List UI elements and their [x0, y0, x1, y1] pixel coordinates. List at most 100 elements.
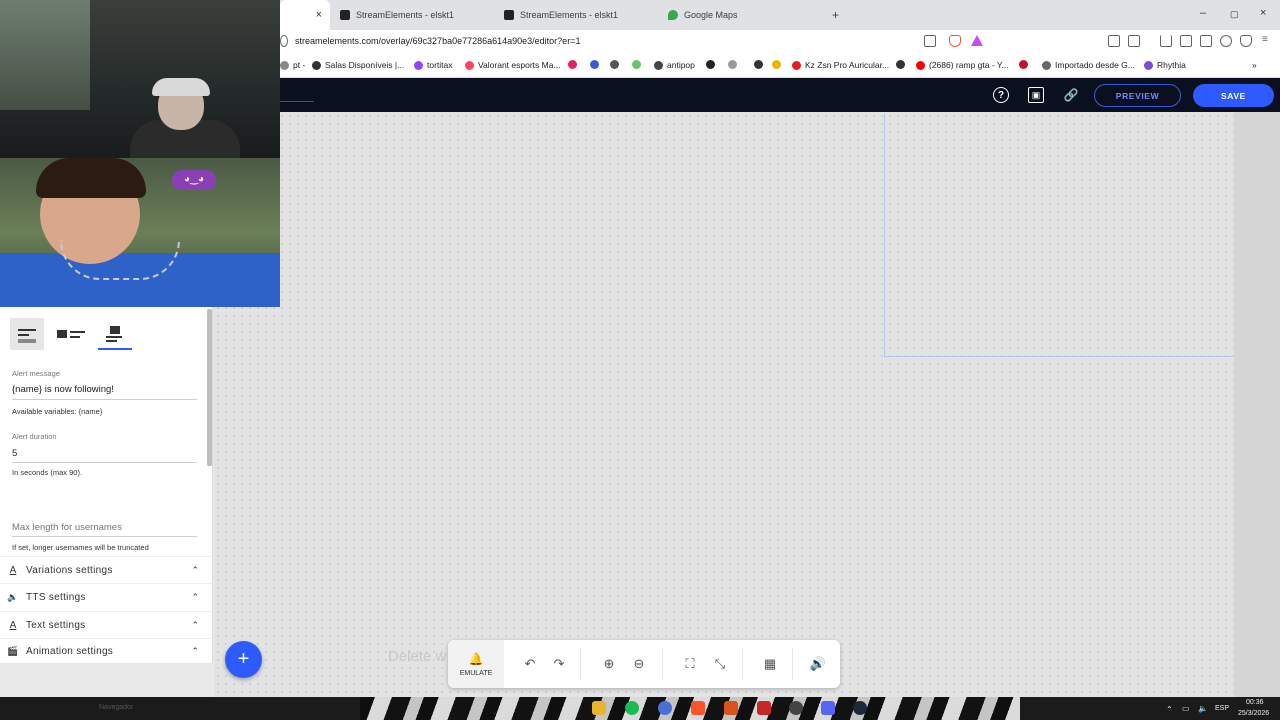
emulate-label: EMULATE	[459, 669, 493, 677]
image-top-layout-button[interactable]	[98, 318, 132, 350]
tts-settings-section[interactable]: 🔈 TTS settings ⌃	[0, 583, 213, 610]
bookmark-item[interactable]: Importado desde G...	[1042, 60, 1135, 70]
bookmark-favicon-icon	[280, 60, 289, 70]
maximize-icon[interactable]: ▢	[1230, 9, 1239, 20]
bookmark-item[interactable]: Valorant esports Ma...	[465, 60, 561, 70]
browser-tab-streamelements-1[interactable]: StreamElements - elskt1	[330, 0, 494, 30]
alert-duration-input[interactable]: 5	[12, 448, 17, 459]
clock-date[interactable]: 25/3/2026	[1238, 710, 1269, 717]
sound-icon[interactable]: 🔊	[810, 656, 826, 672]
bookmark-item[interactable]	[610, 60, 623, 69]
bookmark-item[interactable]: Rhythia	[1144, 60, 1186, 70]
bookmark-favicon-icon	[632, 60, 641, 69]
browser-tab-streamelements-2[interactable]: StreamElements - elskt1	[494, 0, 658, 30]
brave-rewards-icon[interactable]	[971, 35, 983, 46]
wallet-icon[interactable]	[1200, 35, 1212, 47]
brave-icon[interactable]	[691, 701, 705, 715]
chevron-up-icon: ⌃	[191, 619, 199, 630]
bookmark-item[interactable]: Salas Disponíveis |...	[312, 60, 404, 70]
panel-scrollbar[interactable]	[207, 309, 212, 466]
bookmark-item[interactable]	[1019, 60, 1032, 69]
download-icon[interactable]	[1160, 35, 1172, 47]
widget-frame[interactable]	[884, 113, 1234, 357]
obs-studio-icon[interactable]	[789, 701, 803, 715]
app-icon[interactable]	[658, 701, 672, 715]
close-tab-icon[interactable]: ×	[316, 9, 322, 21]
obs-icon[interactable]	[724, 701, 738, 715]
share-icon[interactable]	[924, 35, 936, 47]
emulate-button[interactable]: 🔔 EMULATE	[448, 640, 504, 688]
bell-icon: 🔔	[468, 651, 484, 666]
screen-icon[interactable]: ▣	[1028, 87, 1044, 103]
grid-icon[interactable]: ▦	[762, 656, 778, 672]
bookmark-item[interactable]	[590, 60, 603, 69]
spotify-icon[interactable]	[625, 701, 639, 715]
tray-chevron-icon[interactable]: ⌃	[1166, 705, 1173, 714]
site-info-icon[interactable]	[280, 35, 288, 47]
bookmark-item[interactable]: antipop	[654, 60, 695, 70]
text-settings-section[interactable]: A Text settings ⌃	[0, 611, 213, 638]
bookmark-item[interactable]	[896, 60, 909, 69]
max-length-input[interactable]: Max length for usernames	[12, 522, 122, 533]
bookmark-item[interactable]	[754, 60, 767, 69]
zoom-out-icon[interactable]: ⊖	[631, 656, 647, 672]
minimize-icon[interactable]: –	[1200, 7, 1206, 19]
save-button[interactable]: SAVE	[1193, 84, 1274, 107]
bookmark-item[interactable]: Kz Zsn Pro Auricular...	[792, 60, 889, 70]
new-tab-button[interactable]: +	[822, 0, 852, 30]
antivirus-icon[interactable]	[757, 701, 771, 715]
redo-icon[interactable]: ↷	[551, 656, 567, 672]
bookmark-favicon-icon	[465, 60, 474, 70]
discord-icon[interactable]	[821, 701, 835, 715]
vpn-icon[interactable]	[1240, 35, 1252, 47]
menu-icon[interactable]: ≡	[1262, 35, 1274, 47]
add-widget-button[interactable]: +	[225, 641, 262, 678]
browser-tab-active[interactable]: ×	[280, 0, 330, 30]
steam-icon[interactable]	[853, 701, 867, 715]
fullscreen-icon[interactable]: ⛶	[682, 656, 698, 672]
bookmark-item[interactable]	[568, 60, 581, 69]
brave-shield-icon[interactable]	[949, 35, 961, 47]
image-left-layout-button[interactable]	[54, 318, 88, 350]
link-icon[interactable]: 🔗	[1063, 87, 1079, 103]
help-icon[interactable]: ?	[993, 87, 1009, 103]
network-icon[interactable]: ▭	[1182, 704, 1190, 713]
fit-to-screen-icon[interactable]: ⤡	[712, 656, 728, 672]
bookmark-item[interactable]: tortitax	[414, 60, 453, 70]
bookmark-item[interactable]	[772, 60, 785, 69]
preview-button[interactable]: PREVIEW	[1094, 84, 1181, 107]
bookmark-favicon-icon	[896, 60, 905, 69]
bookmark-item[interactable]	[706, 60, 719, 69]
alert-message-input[interactable]: {name} is now following!	[12, 384, 114, 395]
bookmark-item[interactable]	[728, 60, 741, 69]
bookmark-item[interactable]	[632, 60, 645, 69]
extensions-icon[interactable]	[1108, 35, 1120, 47]
bookmark-label: Valorant esports Ma...	[478, 60, 561, 70]
tab-label: Google Maps	[684, 10, 738, 20]
leo-ai-icon[interactable]	[1220, 35, 1232, 47]
browser-tab-google-maps[interactable]: Google Maps	[658, 0, 822, 30]
animation-settings-section[interactable]: 🎬 Animation settings ⌃	[0, 638, 213, 663]
file-explorer-icon[interactable]	[592, 701, 606, 715]
bookmark-item[interactable]: pt -	[280, 60, 305, 70]
bookmark-favicon-icon	[1019, 60, 1028, 69]
chevron-up-icon: ⌃	[191, 591, 199, 602]
bookmark-favicon-icon	[1144, 60, 1153, 70]
section-label: Variations settings	[26, 564, 113, 576]
screen: × StreamElements - elskt1 StreamElements…	[0, 0, 1280, 720]
bookmarks-overflow-icon[interactable]: »	[1252, 60, 1257, 70]
text-only-layout-button[interactable]	[10, 318, 44, 350]
bookmark-label: Rhythia	[1157, 60, 1186, 70]
duration-hint: In seconds (max 90).	[12, 468, 83, 477]
language-indicator[interactable]: ESP	[1215, 705, 1229, 712]
reading-list-icon[interactable]	[1128, 35, 1140, 47]
undo-icon[interactable]: ↶	[522, 656, 538, 672]
variations-settings-section[interactable]: A Variations settings ⌃	[0, 556, 213, 583]
bookmark-item[interactable]: (2686) ramp gta - Y...	[916, 60, 1009, 70]
volume-icon[interactable]: 🔈	[1198, 704, 1208, 713]
sidebar-icon[interactable]	[1180, 35, 1192, 47]
url-field[interactable]: streamelements.com/overlay/69c327ba0e772…	[295, 36, 580, 46]
close-window-icon[interactable]: ×	[1260, 7, 1266, 19]
clock-time[interactable]: 00:36	[1246, 699, 1264, 706]
zoom-in-icon[interactable]: ⊕	[601, 656, 617, 672]
